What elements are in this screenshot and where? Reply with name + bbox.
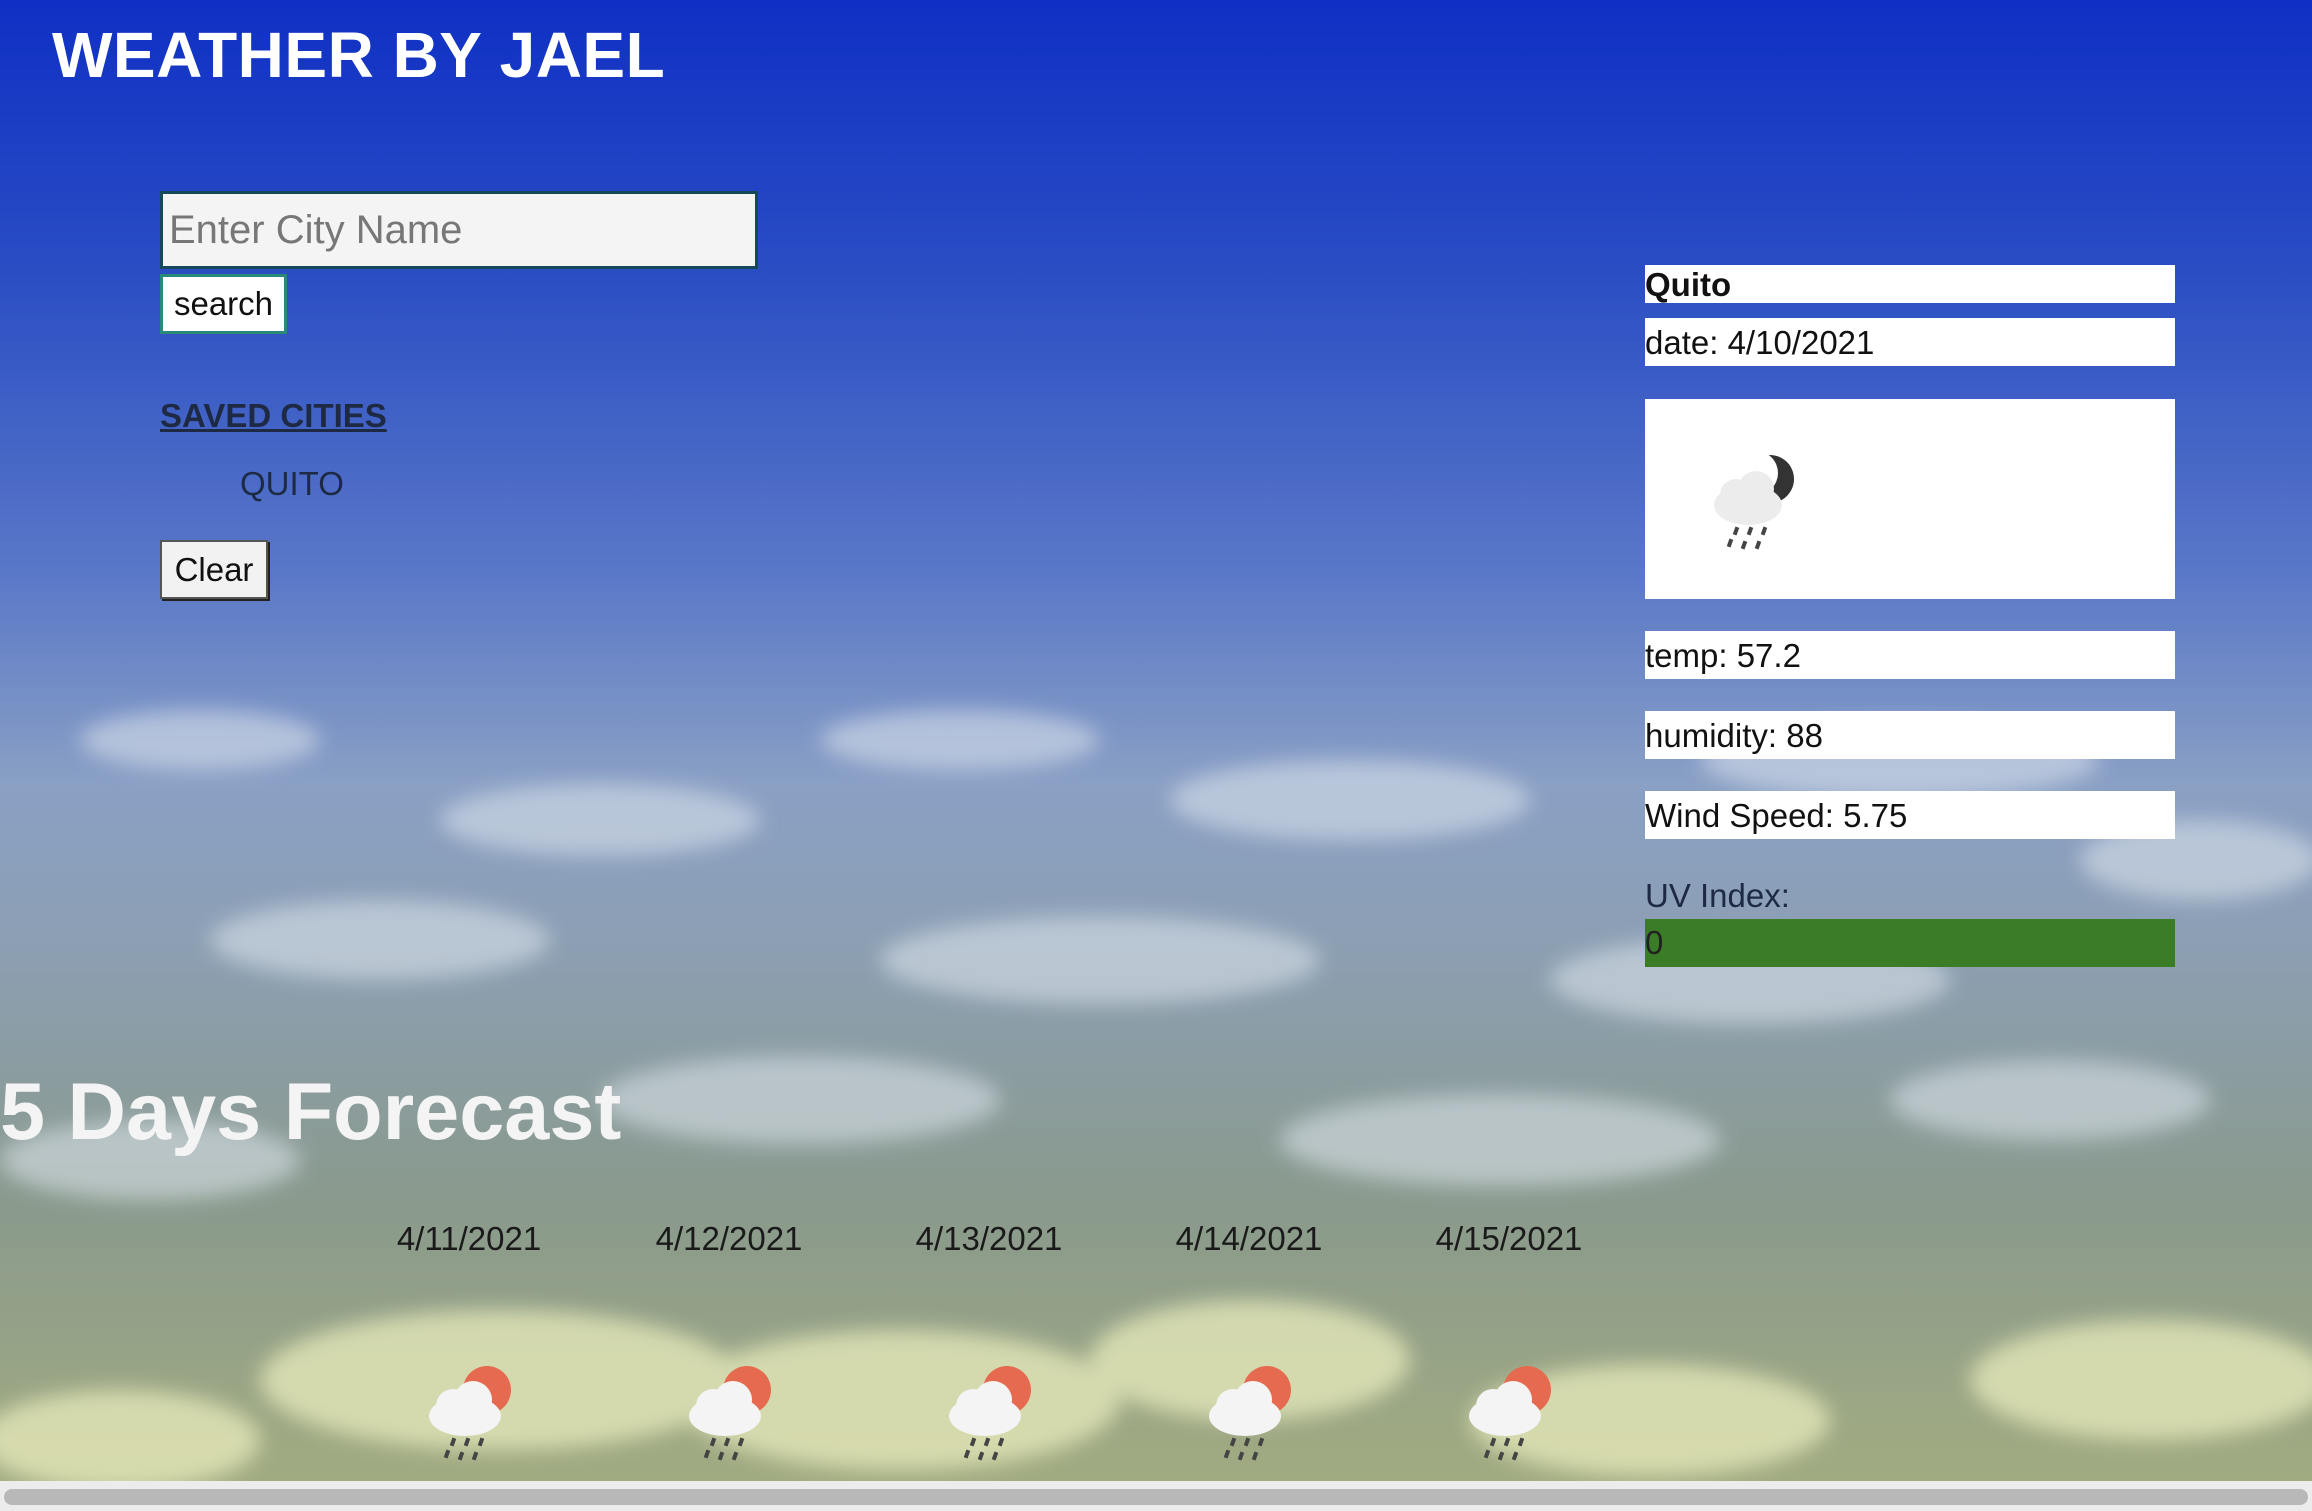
forecast-date: 4/11/2021	[396, 1220, 542, 1257]
current-date: date: 4/10/2021	[1645, 318, 2175, 366]
city-search-input[interactable]	[160, 191, 758, 269]
forecast-date: 4/13/2021	[915, 1220, 1063, 1257]
scrollbar-thumb[interactable]	[4, 1489, 2308, 1505]
forecast-day: 4/12/2021	[609, 1220, 849, 1461]
forecast-day: 4/15/2021	[1389, 1220, 1629, 1461]
forecast-date: 4/12/2021	[655, 1220, 803, 1257]
day-rain-icon	[689, 1366, 771, 1461]
uv-index-label: UV Index:	[1645, 877, 1790, 914]
current-city-name: Quito	[1645, 265, 2175, 303]
current-humidity: humidity: 88	[1645, 711, 2175, 759]
forecast-date: 4/14/2021	[1175, 1220, 1323, 1257]
day-rain-icon	[1209, 1366, 1291, 1461]
current-weather-icon-box	[1645, 399, 2175, 599]
saved-cities-heading: SAVED CITIES	[160, 397, 387, 434]
forecast-title: 5 Days Forecast	[0, 1067, 622, 1157]
app-title: WEATHER BY JAEL	[52, 19, 666, 91]
day-rain-icon	[1469, 1366, 1551, 1461]
day-rain-icon	[429, 1366, 511, 1461]
current-wind-speed: Wind Speed: 5.75	[1645, 791, 2175, 839]
search-button[interactable]: search	[160, 274, 287, 334]
saved-city-item[interactable]: QUITO	[240, 465, 344, 503]
day-rain-icon	[949, 1366, 1031, 1461]
forecast-date: 4/15/2021	[1435, 1220, 1583, 1257]
saved-cities-list: QUITO	[240, 465, 344, 503]
forecast-row: 4/11/2021 4/12/2021 4/13/2021 4/14/2021 …	[0, 1220, 2312, 1480]
current-temperature: temp: 57.2	[1645, 631, 2175, 679]
uv-index-value: 0	[1645, 919, 2175, 967]
forecast-day: 4/14/2021	[1129, 1220, 1369, 1461]
forecast-day: 4/13/2021	[869, 1220, 1109, 1461]
clear-button[interactable]: Clear	[160, 540, 268, 599]
night-rain-icon	[1714, 451, 1794, 550]
forecast-day: 4/11/2021	[349, 1220, 589, 1461]
horizontal-scrollbar[interactable]	[0, 1481, 2312, 1511]
